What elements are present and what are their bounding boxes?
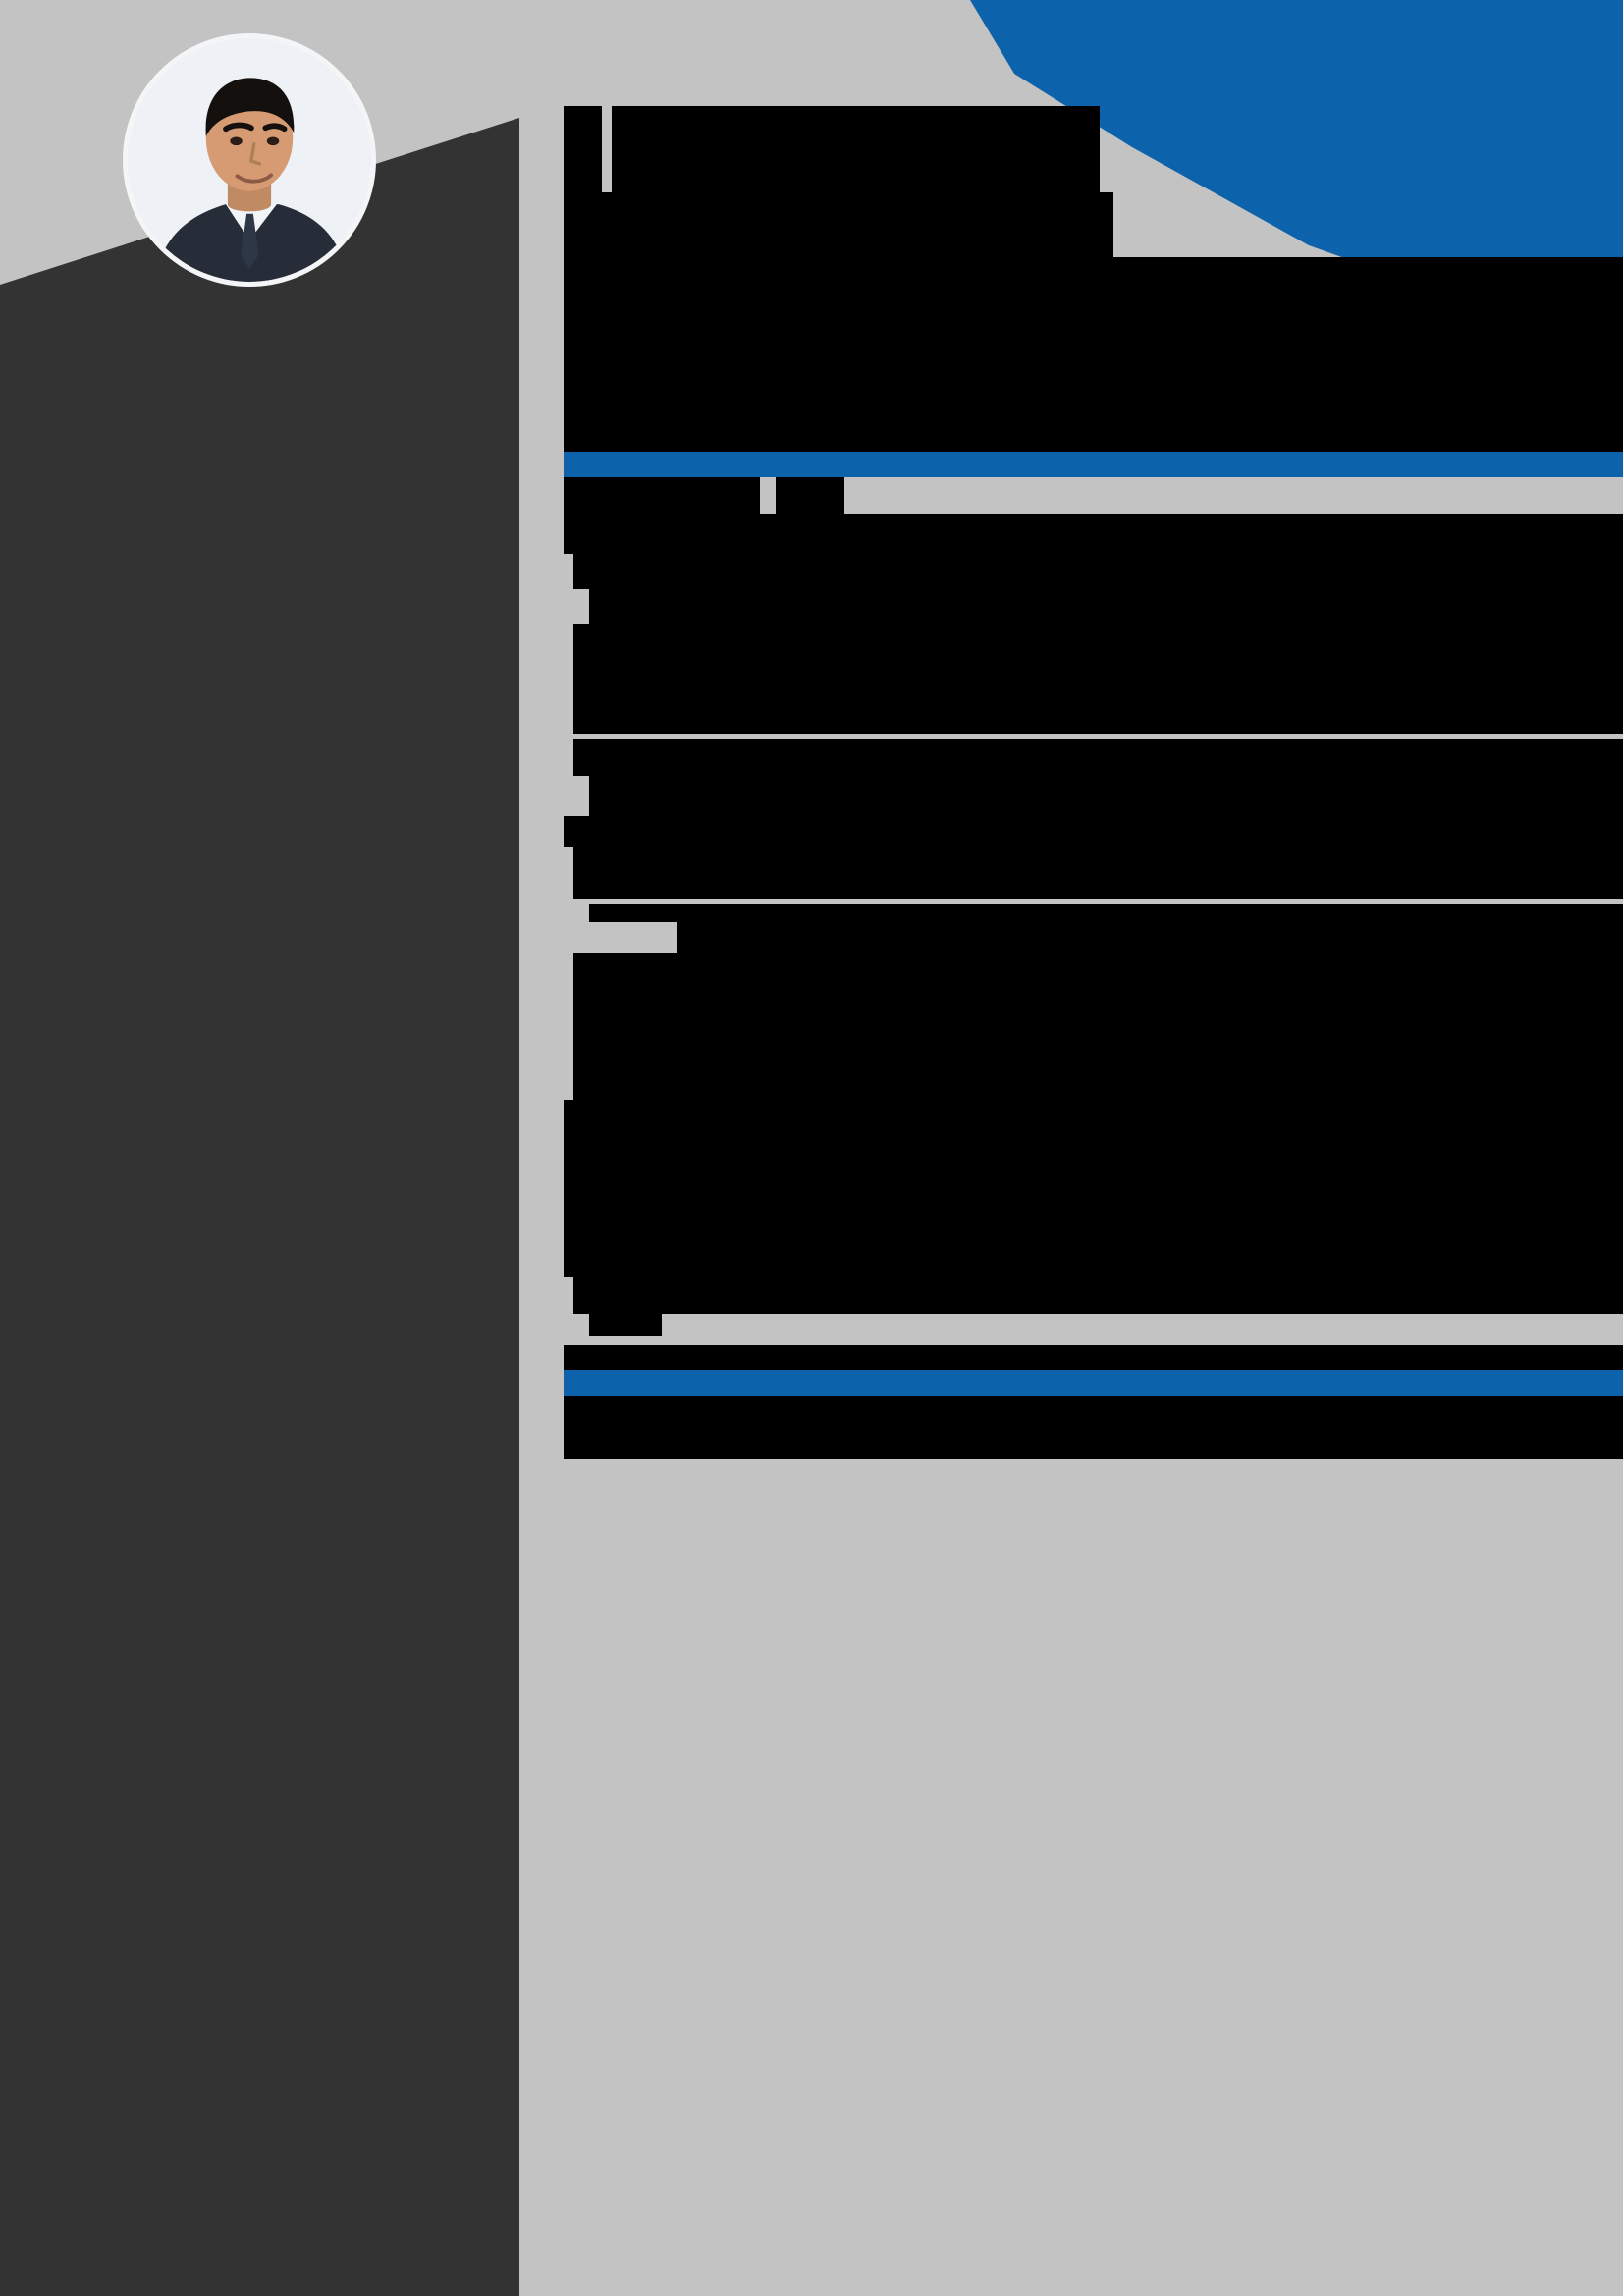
section-rule-blue-1 <box>564 452 1623 477</box>
redacted-experience-block-1 <box>564 514 1623 554</box>
redacted-experience-block-12 <box>564 1100 1623 1277</box>
avatar <box>123 33 376 287</box>
redacted-experience-block-3 <box>589 589 1623 624</box>
redacted-experience-block-13 <box>573 1277 1623 1314</box>
redacted-experience-block-10 <box>677 922 1623 953</box>
main-content <box>550 0 1623 2296</box>
redacted-section-heading-1b <box>776 477 844 514</box>
redacted-section-heading-1 <box>564 477 760 514</box>
redacted-summary-block <box>564 257 1623 454</box>
redacted-experience-block-9 <box>589 904 1623 922</box>
redacted-experience-block-14 <box>589 1314 662 1336</box>
redacted-title-block <box>564 192 1113 261</box>
redacted-education-block-2 <box>564 1429 1623 1459</box>
redacted-experience-block-7 <box>564 816 1623 847</box>
redacted-experience-block-6 <box>589 776 1623 816</box>
redacted-section-heading-2 <box>564 1345 1623 1370</box>
redacted-experience-block-2 <box>573 554 1623 589</box>
redacted-experience-block-4 <box>573 624 1623 734</box>
redacted-experience-block-5 <box>573 739 1623 776</box>
redacted-experience-block-11 <box>573 953 1623 1100</box>
main-column <box>519 0 1623 2296</box>
sidebar <box>0 118 519 2296</box>
section-rule-blue-2 <box>564 1370 1623 1396</box>
redacted-education-block-1 <box>564 1396 1623 1429</box>
resume-page: PERSONAL INFO Address Indore, India Phon… <box>0 0 1623 2296</box>
redacted-experience-block-8 <box>573 847 1623 899</box>
